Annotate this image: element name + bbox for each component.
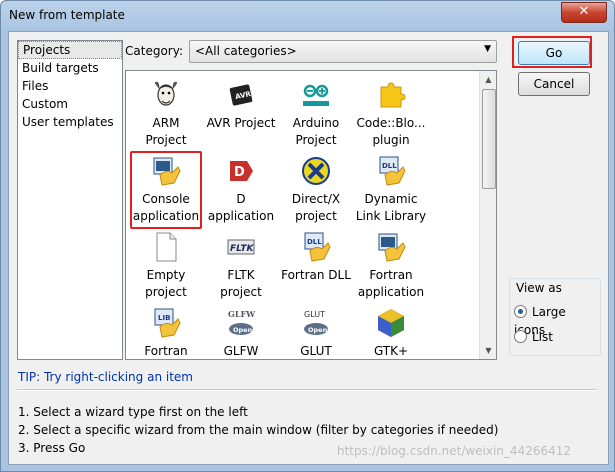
svg-text:OpenGL: OpenGL: [308, 326, 332, 334]
console-app-icon: [150, 155, 182, 187]
instruction-step: 1. Select a wizard type first on the lef…: [18, 405, 248, 419]
template-tile-console-application[interactable]: Console application: [130, 151, 202, 229]
template-tile-dll[interactable]: DLL Dynamic Link Library: [355, 151, 427, 225]
template-label: Empty project: [145, 268, 187, 299]
template-label: Fortranlib: [144, 344, 188, 358]
template-tile-fortran-lib[interactable]: LIB Fortranlib: [130, 303, 202, 359]
puzzle-icon: [375, 79, 407, 111]
scroll-down-icon[interactable]: ▼: [480, 342, 496, 359]
template-tile-fortran-application[interactable]: Fortran application: [355, 227, 427, 301]
svg-text:OpenGL: OpenGL: [233, 326, 257, 334]
divider: [17, 389, 597, 391]
chevron-down-icon: ▼: [484, 44, 491, 54]
radio-unselected-icon[interactable]: [514, 330, 527, 343]
view-as-group: View as Large icons List: [509, 278, 601, 356]
category-dropdown[interactable]: <All categories> ▼: [189, 40, 497, 63]
template-grid-scrollbar[interactable]: ▲ ▼: [479, 71, 496, 359]
template-tile-glfw[interactable]: GLFW OpenGL GLFW: [205, 303, 277, 359]
close-button[interactable]: ✕: [561, 2, 607, 23]
template-grid: ARM Project AVR AVR Project Arduino Proj…: [126, 71, 478, 359]
template-label: Fortran application: [357, 268, 425, 299]
template-label: GLFW: [223, 344, 259, 358]
wizard-type-list[interactable]: Projects Build targets Files Custom User…: [17, 40, 123, 360]
category-value: <All categories>: [195, 44, 297, 58]
wizard-type-build-targets[interactable]: Build targets: [18, 59, 122, 77]
template-label: Fortran DLL: [281, 268, 351, 282]
template-tile-glut[interactable]: GLUT OpenGL GLUT: [280, 303, 352, 359]
fortran-app-icon: [375, 231, 407, 263]
template-label: GTK+: [373, 344, 409, 358]
fortran-dll-icon: DLL: [300, 231, 332, 263]
scrollbar-thumb[interactable]: [482, 89, 496, 189]
cancel-button[interactable]: Cancel: [518, 72, 590, 96]
template-tile-directx[interactable]: Direct/X project: [280, 151, 352, 225]
window-title: New from template: [9, 8, 125, 22]
directx-icon: [300, 155, 332, 187]
template-tile-avr[interactable]: AVR AVR Project: [205, 75, 277, 149]
wizard-type-user-templates[interactable]: User templates: [18, 113, 122, 131]
tip-text: TIP: Try right-clicking an item: [18, 370, 193, 384]
template-label: Dapplication: [207, 192, 275, 223]
template-label: Code::Blo... plugin: [356, 116, 426, 147]
view-as-large-icons-option[interactable]: Large icons: [514, 303, 600, 337]
empty-file-icon: [150, 231, 182, 263]
template-tile-arm[interactable]: ARM Project: [130, 75, 202, 149]
wizard-type-files[interactable]: Files: [18, 77, 122, 95]
go-button[interactable]: Go: [518, 41, 590, 65]
instruction-step: 2. Select a specific wizard from the mai…: [18, 423, 499, 437]
template-grid-panel: ARM Project AVR AVR Project Arduino Proj…: [125, 70, 497, 360]
svg-text:DLL: DLL: [382, 162, 397, 170]
svg-text:GLFW: GLFW: [228, 309, 256, 319]
svg-text:GLUT: GLUT: [304, 310, 325, 319]
template-label: ARM Project: [145, 116, 187, 147]
template-tile-cb-plugin[interactable]: Code::Blo... plugin: [355, 75, 427, 149]
radio-label: List: [532, 330, 553, 344]
dialog-client-area: Projects Build targets Files Custom User…: [8, 31, 609, 465]
template-tile-arduino[interactable]: Arduino Project: [280, 75, 352, 149]
template-tile-d-application[interactable]: D Dapplication: [205, 151, 277, 225]
view-as-title: View as: [516, 281, 562, 295]
arduino-icon: [300, 79, 332, 111]
template-label: Dynamic Link Library: [355, 192, 427, 223]
gtk-icon: [375, 307, 407, 339]
template-label: Console application: [132, 192, 200, 223]
wizard-type-custom[interactable]: Custom: [18, 95, 122, 113]
dll-icon: DLL: [375, 155, 407, 187]
watermark: https://blog.csdn.net/weixin_44266412: [337, 444, 572, 458]
gnu-icon: [150, 79, 182, 111]
template-label: FLTK project: [220, 268, 262, 299]
wizard-type-projects[interactable]: Projects: [18, 41, 122, 59]
template-label: GLUT: [300, 344, 332, 358]
template-label: Arduino Project: [292, 116, 340, 147]
template-tile-empty-project[interactable]: Empty project: [130, 227, 202, 301]
svg-text:LIB: LIB: [158, 314, 170, 322]
scroll-up-icon[interactable]: ▲: [480, 71, 496, 88]
dialog-window: New from template ✕ Projects Build targe…: [0, 0, 615, 472]
d-lang-icon: D: [225, 155, 257, 187]
template-tile-gtk[interactable]: GTK+: [355, 303, 427, 359]
template-tile-fortran-dll[interactable]: DLL Fortran DLL: [280, 227, 352, 301]
category-label: Category:: [125, 44, 183, 58]
radio-selected-icon[interactable]: [514, 305, 527, 318]
svg-text:FLTK: FLTK: [230, 244, 255, 254]
lib-icon: LIB: [150, 307, 182, 339]
view-as-list-option[interactable]: List: [514, 328, 553, 346]
title-bar[interactable]: New from template ✕: [1, 1, 614, 31]
glfw-icon: GLFW OpenGL: [225, 307, 257, 339]
svg-text:DLL: DLL: [307, 238, 322, 246]
template-label: Direct/X project: [291, 192, 341, 223]
avr-chip-icon: AVR: [225, 79, 257, 111]
fltk-icon: FLTK: [225, 231, 257, 263]
glut-icon: GLUT OpenGL: [300, 307, 332, 339]
template-tile-fltk[interactable]: FLTK FLTK project: [205, 227, 277, 301]
svg-text:D: D: [234, 165, 245, 180]
template-label: AVR Project: [206, 116, 276, 130]
